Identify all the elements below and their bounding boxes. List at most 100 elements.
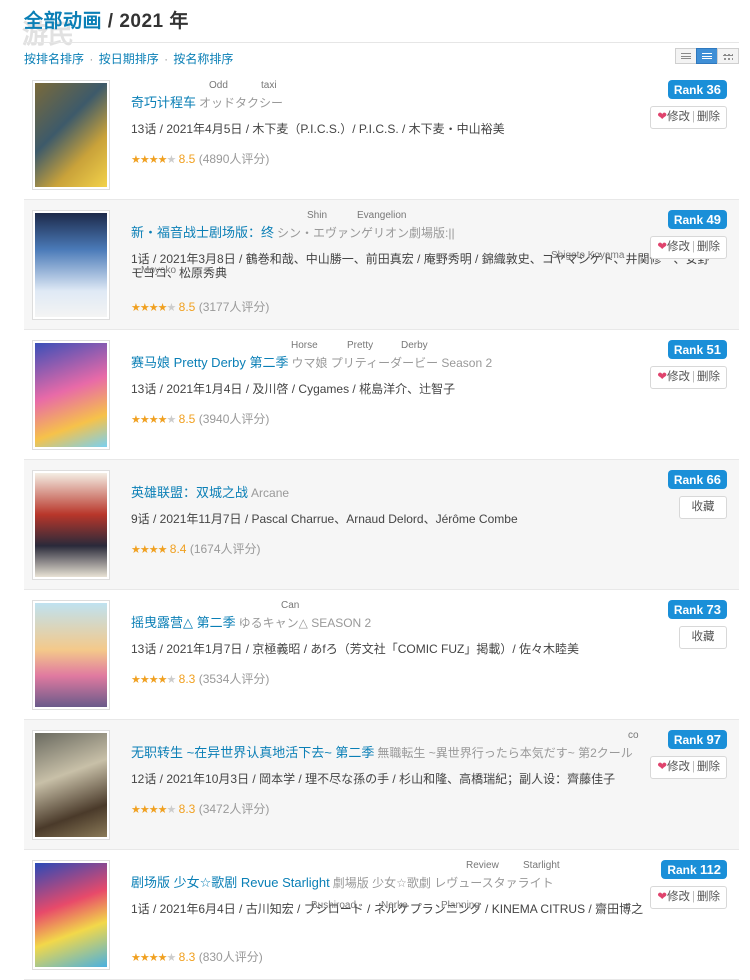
title-line: Review Starlight 剧场版 少女☆歌剧 Revue Starligh… <box>131 860 661 891</box>
cover-art <box>35 863 107 967</box>
delete-button[interactable]: 删除 <box>697 371 720 383</box>
rank-label: Rank <box>673 343 704 357</box>
stars-on: ★★★★ <box>131 544 167 556</box>
ruby-annotation: Evangelion <box>357 210 407 221</box>
delete-button[interactable]: 删除 <box>697 241 720 253</box>
rank-badge: Rank 36 <box>667 80 727 99</box>
title-cn[interactable]: 剧场版 少女☆歌剧 Revue Starlight <box>131 875 330 890</box>
list-view-button[interactable] <box>675 48 697 64</box>
title-cn[interactable]: 英雄联盟：双城之战 <box>131 485 248 500</box>
page-title: 全部动画 / 2021 年 <box>24 6 189 33</box>
ruby-annotation: Review <box>466 860 499 871</box>
delete-button[interactable]: 删除 <box>697 761 720 773</box>
ruby-annotation: Shin <box>307 210 328 221</box>
anime-title-link[interactable]: 剧场版 少女☆歌剧 Revue Starlight 劇場版 少女☆歌劇 レヴュース… <box>131 872 554 891</box>
detail-view-button[interactable] <box>696 48 718 64</box>
cover-image[interactable] <box>32 600 110 710</box>
rank-badge: Rank 51 <box>667 340 727 359</box>
anime-title-link[interactable]: 英雄联盟：双城之战 Arcane <box>131 482 289 501</box>
rating: ★★★★★ 8.5 (3177人评分) <box>131 298 269 315</box>
rank-number: 36 <box>706 82 721 97</box>
rank-label: Rank <box>673 603 704 617</box>
score: 8.3 <box>178 802 196 816</box>
rank-label: Rank <box>667 863 697 877</box>
rank-badge: Rank 73 <box>667 600 727 619</box>
anime-list-item: Horse Pretty Derby 赛马娘 Pretty Derby 第二季 ウマ娘… <box>24 330 739 460</box>
year-label: / 2021 年 <box>102 11 189 32</box>
anime-title-link[interactable]: 无职转生 ~在异世界认真地活下去~ 第二季 無職転生 ~異世界行ったら本気だす~ … <box>131 742 633 761</box>
edit-delete-actions: ❤修改 | 删除 <box>650 756 727 779</box>
ruby-annotation: Nerke <box>381 900 408 911</box>
item-info: Review Starlight 剧场版 少女☆歌剧 Revue Starligh… <box>131 860 661 916</box>
all-anime-link[interactable]: 全部动画 <box>24 11 102 32</box>
title-jp: ゆるキャン△ SEASON 2 <box>238 616 372 630</box>
rank-number: 51 <box>706 342 721 357</box>
collect-button[interactable]: 收藏 <box>679 496 727 519</box>
grid-view-icon <box>723 52 733 60</box>
edit-button[interactable]: 修改 <box>667 891 690 903</box>
cover-image[interactable] <box>32 210 110 320</box>
rank-badge: Rank 112 <box>661 860 727 879</box>
cover-image[interactable] <box>32 730 110 840</box>
cover-image[interactable] <box>32 340 110 450</box>
ruby-annotation: Moyoko <box>141 265 177 276</box>
anime-list-item: Odd taxi 奇巧计程车 オッドタクシー 13话 / 2021年4月5日 / 木… <box>24 70 739 200</box>
rank-number: 73 <box>706 602 721 617</box>
sort-options: 按排名排序 · 按日期排序 · 按名称排序 <box>24 50 233 67</box>
anime-meta: 1话 / 2021年6月4日 / 古川知宏 / ブシロード / ネルケプランニン… <box>131 902 644 916</box>
grid-view-button[interactable] <box>717 48 739 64</box>
ruby-annotation: co <box>628 730 639 741</box>
cover-art <box>35 473 107 577</box>
title-line: co 无职转生 ~在异世界认真地活下去~ 第二季 無職転生 ~異世界行ったら本気だ… <box>131 730 661 761</box>
edit-button[interactable]: 修改 <box>667 761 690 773</box>
anime-list: Odd taxi 奇巧计程车 オッドタクシー 13话 / 2021年4月5日 / 木… <box>24 70 739 980</box>
edit-delete-actions: ❤修改 | 删除 <box>650 366 727 389</box>
collect-button[interactable]: 收藏 <box>679 626 727 649</box>
score: 8.5 <box>178 412 196 426</box>
cover-image[interactable] <box>32 860 110 970</box>
title-cn[interactable]: 无职转生 ~在异世界认真地活下去~ 第二季 <box>131 745 374 760</box>
title-jp: 劇場版 少女☆歌劇 レヴュースタァライト <box>332 876 554 890</box>
cover-art <box>35 83 107 187</box>
cover-image[interactable] <box>32 470 110 580</box>
ruby-annotation: taxi <box>261 80 277 91</box>
sort-by-date-link[interactable]: 按日期排序 <box>99 52 159 66</box>
edit-button[interactable]: 修改 <box>667 371 690 383</box>
title-cn[interactable]: 新・福音战士剧场版：终 <box>131 225 274 240</box>
ruby-annotation: Bushiroad <box>311 900 357 911</box>
item-info: 英雄联盟：双城之战 Arcane 9话 / 2021年11月7日 / Pascal… <box>131 470 661 526</box>
vote-count: (3472人评分) <box>198 802 270 816</box>
edit-button[interactable]: 修改 <box>667 111 690 123</box>
ruby-annotation: Starlight <box>523 860 560 871</box>
anime-title-link[interactable]: 新・福音战士剧场版：终 シン・エヴァンゲリオン劇場版:|| <box>131 222 455 241</box>
anime-meta: 13话 / 2021年4月5日 / 木下麦（P.I.C.S.）/ P.I.C.S… <box>131 122 505 136</box>
list-view-icon <box>681 53 691 59</box>
delete-button[interactable]: 删除 <box>697 891 720 903</box>
anime-meta: 13话 / 2021年1月7日 / 京極義昭 / あfろ（芳文社「COMIC F… <box>131 642 580 656</box>
title-cn[interactable]: 赛马娘 Pretty Derby 第二季 <box>131 355 288 370</box>
rank-number: 97 <box>706 732 721 747</box>
sort-by-rank-link[interactable]: 按排名排序 <box>24 52 84 66</box>
rating: ★★★★★ 8.3 (830人评分) <box>131 948 263 965</box>
sort-by-name-link[interactable]: 按名称排序 <box>173 52 233 66</box>
stars-on: ★★★★ <box>131 154 167 166</box>
anime-list-item: 英雄联盟：双城之战 Arcane 9话 / 2021年11月7日 / Pascal… <box>24 460 739 590</box>
cover-art <box>35 733 107 837</box>
anime-title-link[interactable]: 摇曳露营△ 第二季 ゆるキャン△ SEASON 2 <box>131 612 371 631</box>
star-rating-icon: ★★★★ <box>131 544 167 556</box>
star-rating-icon: ★★★★★ <box>131 952 176 964</box>
item-info: Odd taxi 奇巧计程车 オッドタクシー 13话 / 2021年4月5日 / 木… <box>131 80 661 136</box>
title-cn[interactable]: 奇巧计程车 <box>131 95 196 110</box>
anime-title-link[interactable]: 赛马娘 Pretty Derby 第二季 ウマ娘 プリティーダービー Season… <box>131 352 492 371</box>
edit-button[interactable]: 修改 <box>667 241 690 253</box>
cover-image[interactable] <box>32 80 110 190</box>
title-cn[interactable]: 摇曳露营△ 第二季 <box>131 615 236 630</box>
ruby-annotation: Horse <box>291 340 318 351</box>
edit-delete-actions: ❤修改 | 删除 <box>650 236 727 259</box>
title-jp: Arcane <box>251 486 290 500</box>
heart-icon: ❤ <box>657 111 667 123</box>
anime-title-link[interactable]: 奇巧计程车 オッドタクシー <box>131 92 283 111</box>
star-rating-icon: ★★★★★ <box>131 674 176 686</box>
delete-button[interactable]: 删除 <box>697 111 720 123</box>
cover-art <box>35 213 107 317</box>
